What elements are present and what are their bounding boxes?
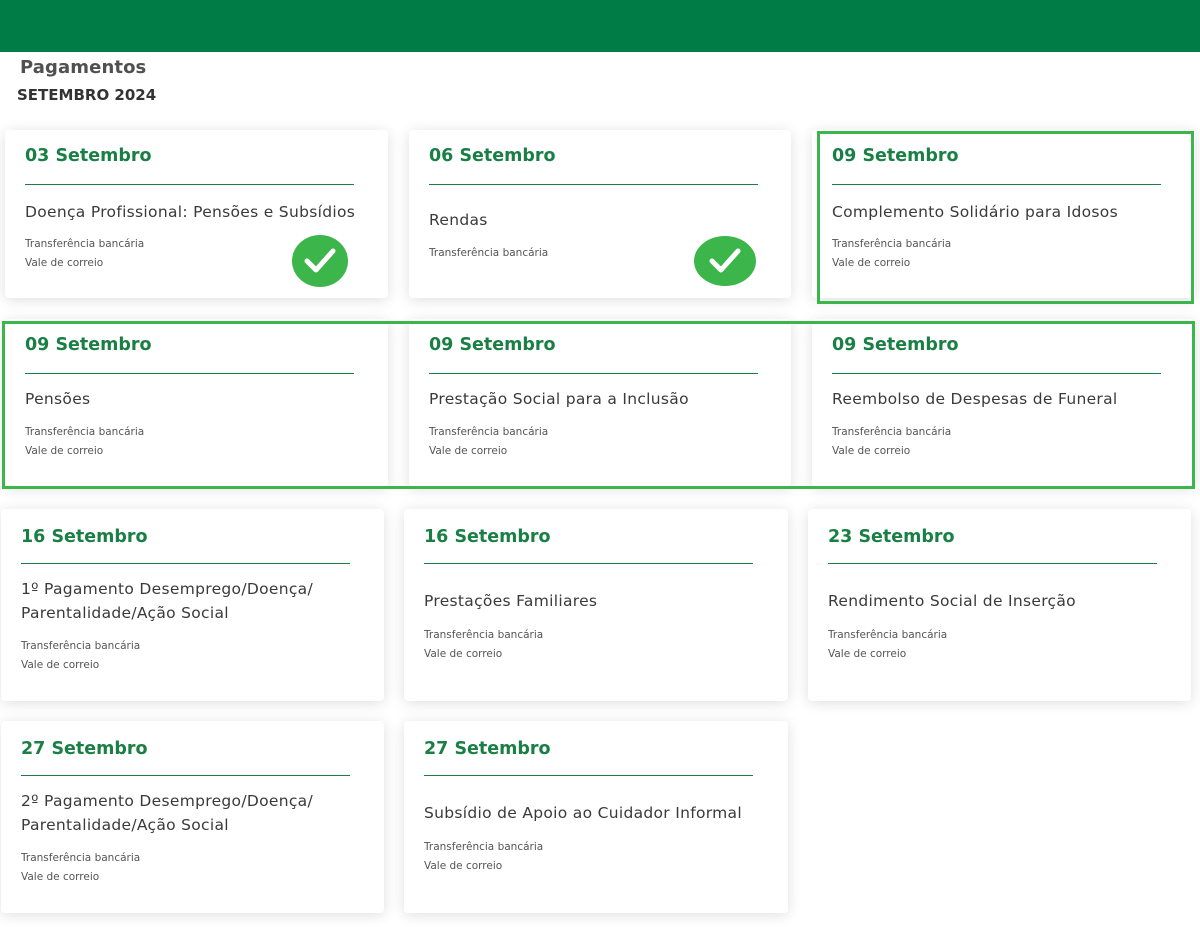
payment-card: 06 Setembro Rendas Transferência bancári…: [409, 130, 791, 298]
payment-method: Vale de correio: [25, 256, 104, 269]
payment-date: 23 Setembro: [828, 527, 955, 547]
payment-methods: Transferência bancária Vale de correio: [832, 423, 951, 460]
payment-methods: Transferência bancária Vale de correio: [424, 838, 543, 875]
divider: [828, 563, 1157, 564]
payment-methods: Transferência bancária Vale de correio: [828, 626, 947, 663]
payment-title: Complemento Solidário para Idosos: [832, 203, 1118, 221]
payment-card: 03 Setembro Doença Profissional: Pensões…: [5, 130, 388, 298]
payment-method: Transferência bancária: [25, 426, 145, 438]
payment-method: Transferência bancária: [832, 426, 952, 438]
check-icon: [694, 236, 756, 286]
payment-method: Vale de correio: [21, 658, 100, 671]
payment-methods: Transferência bancária Vale de correio: [424, 626, 543, 663]
payment-date: 09 Setembro: [832, 146, 959, 166]
payment-title: 1º Pagamento Desemprego/Doença/ Parental…: [21, 580, 313, 622]
payment-date: 16 Setembro: [21, 527, 148, 547]
payment-method: Transferência bancária: [832, 238, 952, 250]
payment-method: Vale de correio: [424, 647, 503, 660]
payment-card: 09 Setembro Reembolso de Despesas de Fun…: [812, 319, 1195, 487]
divider: [424, 563, 753, 564]
payment-method: Vale de correio: [429, 444, 508, 457]
payment-method: Vale de correio: [832, 256, 911, 269]
payment-date: 09 Setembro: [832, 335, 959, 355]
payment-method: Vale de correio: [424, 859, 503, 872]
payment-method: Vale de correio: [21, 870, 100, 883]
payment-title: Prestação Social para a Inclusão: [429, 390, 689, 408]
payment-card: 09 Setembro Pensões Transferência bancár…: [5, 319, 388, 487]
divider: [832, 184, 1161, 185]
divider: [832, 373, 1161, 374]
divider: [424, 775, 753, 776]
payment-methods: Transferência bancária Vale de correio: [21, 849, 140, 886]
payment-title: Rendas: [429, 211, 488, 229]
page-subtitle: SETEMBRO 2024: [17, 86, 157, 104]
payment-methods: Transferência bancária: [429, 244, 548, 263]
payment-card: 09 Setembro Complemento Solidário para I…: [812, 130, 1195, 298]
payment-title: Pensões: [25, 390, 91, 408]
payment-date: 27 Setembro: [424, 739, 551, 759]
payment-method: Transferência bancária: [429, 426, 549, 438]
payment-method: Transferência bancária: [424, 841, 544, 853]
payment-date: 16 Setembro: [424, 527, 551, 547]
payment-methods: Transferência bancária Vale de correio: [25, 235, 144, 272]
payment-date: 03 Setembro: [25, 146, 152, 166]
payment-title: Subsídio de Apoio ao Cuidador Informal: [424, 804, 742, 822]
divider: [25, 184, 354, 185]
divider: [429, 184, 758, 185]
divider: [21, 563, 350, 564]
payment-method: Transferência bancária: [21, 640, 141, 652]
payment-date: 09 Setembro: [25, 335, 152, 355]
top-bar: [0, 0, 1200, 52]
payment-date: 09 Setembro: [429, 335, 556, 355]
payment-date: 06 Setembro: [429, 146, 556, 166]
payment-title: Reembolso de Despesas de Funeral: [832, 390, 1118, 408]
payment-method: Transferência bancária: [21, 852, 141, 864]
payment-card: 09 Setembro Prestação Social para a Incl…: [409, 319, 791, 487]
payment-title: Prestações Familiares: [424, 592, 598, 610]
payment-title: 2º Pagamento Desemprego/Doença/ Parental…: [21, 792, 313, 834]
payment-methods: Transferência bancária Vale de correio: [832, 235, 951, 272]
payment-card: 23 Setembro Rendimento Social de Inserçã…: [808, 509, 1191, 701]
divider: [25, 373, 354, 374]
payment-method: Vale de correio: [828, 647, 907, 660]
payment-card: 16 Setembro 1º Pagamento Desemprego/Doen…: [1, 509, 384, 701]
payment-date: 27 Setembro: [21, 739, 148, 759]
payment-card: 27 Setembro Subsídio de Apoio ao Cuidado…: [404, 721, 788, 913]
payment-methods: Transferência bancária Vale de correio: [21, 637, 140, 674]
check-icon: [292, 235, 348, 287]
payment-method: Transferência bancária: [429, 247, 549, 259]
payment-title: Doença Profissional: Pensões e Subsídios: [25, 203, 356, 221]
payment-methods: Transferência bancária Vale de correio: [429, 423, 548, 460]
payment-method: Transferência bancária: [25, 238, 145, 250]
payment-title: Rendimento Social de Inserção: [828, 592, 1076, 610]
divider: [429, 373, 758, 374]
payment-method: Transferência bancária: [424, 629, 544, 641]
payment-card: 27 Setembro 2º Pagamento Desemprego/Doen…: [1, 721, 384, 913]
payment-card: 16 Setembro Prestações Familiares Transf…: [404, 509, 788, 701]
divider: [21, 775, 350, 776]
payment-method: Vale de correio: [832, 444, 911, 457]
payment-method: Vale de correio: [25, 444, 104, 457]
payment-method: Transferência bancária: [828, 629, 948, 641]
page-title: Pagamentos: [20, 57, 147, 78]
payment-methods: Transferência bancária Vale de correio: [25, 423, 144, 460]
